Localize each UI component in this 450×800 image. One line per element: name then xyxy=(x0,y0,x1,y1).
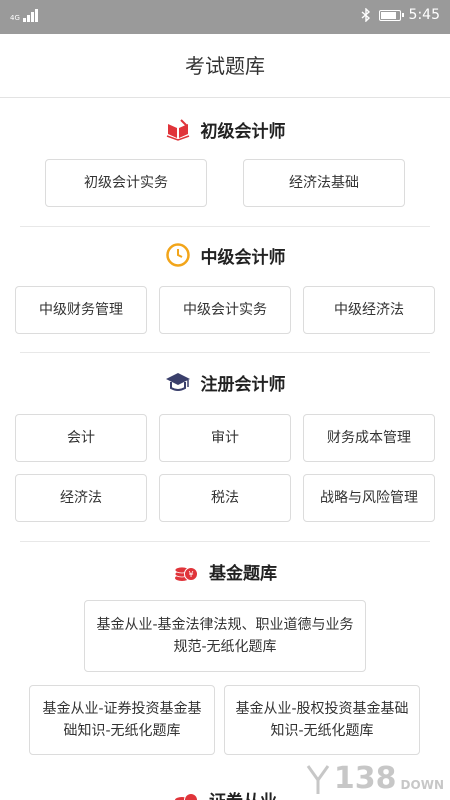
section-title: 基金题库 xyxy=(209,563,277,584)
network-type: 4G xyxy=(10,14,20,22)
subject-button[interactable]: 经济法 xyxy=(15,474,147,522)
subject-button[interactable]: 财务成本管理 xyxy=(303,414,435,462)
subject-button[interactable]: 初级会计实务 xyxy=(45,159,207,207)
subject-button[interactable]: 基金从业-证券投资基金基础知识-无纸化题库 xyxy=(29,685,215,755)
subject-button[interactable]: 会计 xyxy=(15,414,147,462)
battery-icon xyxy=(378,9,404,21)
watermark-y-icon xyxy=(306,765,330,794)
subject-button[interactable]: 经济法基础 xyxy=(243,159,405,207)
watermark-suffix: DOWN xyxy=(400,778,444,792)
page-title: 考试题库 xyxy=(185,54,265,78)
section-divider xyxy=(20,541,430,542)
section-divider xyxy=(20,226,430,227)
graduation-cap-icon xyxy=(165,373,190,391)
section-header-cpa: 注册会计师 xyxy=(0,367,450,397)
status-bar: 4G 5:45 xyxy=(0,0,450,34)
section-title: 证券从业 xyxy=(209,787,277,800)
subject-button[interactable]: 基金从业-基金法律法规、职业道德与业务规范-无纸化题库 xyxy=(84,600,366,672)
subject-button[interactable]: 税法 xyxy=(159,474,291,522)
section-title: 注册会计师 xyxy=(200,374,286,395)
watermark-logo: 138 DOWN xyxy=(306,761,444,796)
signal-indicator: 4G xyxy=(10,9,38,22)
section-header-junior: 初级会计师 xyxy=(0,114,450,144)
section-header-fund: ¥ 基金题库 xyxy=(0,556,450,586)
subject-button[interactable]: 中级经济法 xyxy=(303,286,435,334)
status-time: 5:45 xyxy=(408,7,440,23)
section-title: 初级会计师 xyxy=(200,121,286,142)
signal-bar-icon xyxy=(26,15,30,22)
watermark-number: 138 xyxy=(333,761,397,796)
signal-bar-icon xyxy=(34,9,38,22)
coins-icon xyxy=(175,793,198,800)
bluetooth-icon xyxy=(361,8,370,22)
app-header: 考试题库 xyxy=(0,34,450,98)
open-book-icon xyxy=(166,119,189,141)
subject-button[interactable]: 审计 xyxy=(159,414,291,462)
clock-icon xyxy=(165,243,190,267)
svg-text:¥: ¥ xyxy=(188,570,193,579)
subject-button[interactable]: 中级会计实务 xyxy=(159,286,291,334)
signal-bar-icon xyxy=(30,12,34,22)
section-divider xyxy=(20,352,430,353)
section-header-intermediate: 中级会计师 xyxy=(0,240,450,270)
section-title: 中级会计师 xyxy=(200,247,286,268)
subject-button[interactable]: 基金从业-股权投资基金基础知识-无纸化题库 xyxy=(224,685,420,755)
subject-button[interactable]: 战略与风险管理 xyxy=(303,474,435,522)
coins-icon: ¥ xyxy=(174,566,198,581)
signal-bar-icon xyxy=(22,18,26,22)
subject-button[interactable]: 中级财务管理 xyxy=(15,286,147,334)
